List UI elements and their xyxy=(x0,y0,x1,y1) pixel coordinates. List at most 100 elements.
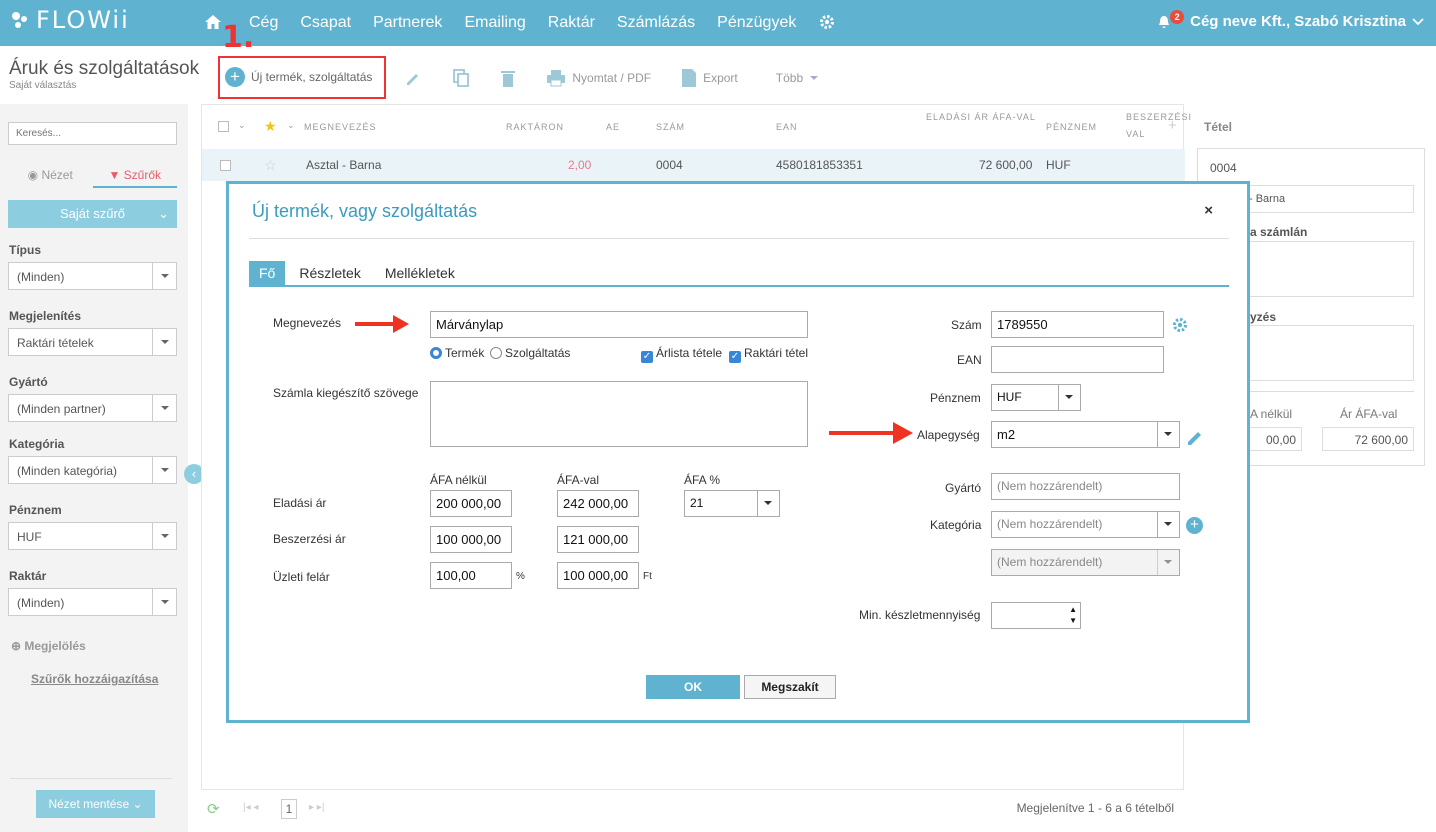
vat-select[interactable]: 21 xyxy=(684,490,780,517)
filter-select-category[interactable]: (Minden kategória) xyxy=(8,456,177,484)
cancel-button[interactable]: Megszakít xyxy=(744,675,836,699)
buy-gross-input[interactable]: 121 000,00 xyxy=(557,526,639,553)
save-view-button[interactable]: Nézet mentése ⌄ xyxy=(36,790,155,818)
dropdown-arrow-icon xyxy=(757,491,779,516)
nav-emailing[interactable]: Emailing xyxy=(464,14,525,32)
filter-select-type[interactable]: (Minden) xyxy=(8,262,177,290)
nav-invoicing[interactable]: Számlázás xyxy=(617,14,695,32)
notification-badge: 2 xyxy=(1170,9,1185,24)
top-navigation-bar: FLOWii Cég Csapat Partnerek Emailing Rak… xyxy=(0,0,1436,46)
col-price[interactable]: ELADÁSI ÁR ÁFA-VAL xyxy=(926,112,1036,122)
min-stock-input[interactable]: ▲ ▼ xyxy=(991,602,1081,629)
sell-net-input[interactable]: 200 000,00 xyxy=(430,490,512,517)
table-row[interactable]: ☆ Asztal - Barna 2,00 0004 4580181853351… xyxy=(202,149,1185,181)
main-nav: Cég Csapat Partnerek Emailing Raktár Szá… xyxy=(249,14,796,32)
filter-select-warehouse[interactable]: (Minden) xyxy=(8,588,177,616)
marking-toggle[interactable]: ⊕ Megjelölés xyxy=(11,639,86,653)
unit-value: m2 xyxy=(997,427,1016,442)
logo-icon xyxy=(12,12,27,28)
col-number[interactable]: SZÁM xyxy=(656,122,685,132)
new-product-button[interactable]: + Új termék, szolgáltatás xyxy=(218,56,387,99)
ean-input[interactable] xyxy=(991,346,1164,373)
row-checkbox[interactable] xyxy=(220,160,231,171)
radio-product[interactable]: Termék xyxy=(430,346,484,360)
edit-pencil-icon[interactable] xyxy=(1186,428,1204,446)
number-input[interactable]: 1789550 xyxy=(991,311,1164,338)
filter-select-currency[interactable]: HUF xyxy=(8,522,177,550)
filter-value: Raktári tételek xyxy=(17,336,94,350)
close-icon[interactable]: × xyxy=(1204,202,1213,219)
chevron-down-icon[interactable]: ⌄ xyxy=(287,120,296,131)
more-label: Több xyxy=(775,70,804,85)
checkbox-stock[interactable]: ✓ Raktári tétel xyxy=(729,346,808,363)
col-buy[interactable]: BESZERZÉSI xyxy=(1126,112,1192,122)
nav-partners[interactable]: Partnerek xyxy=(373,14,442,32)
export-file-icon xyxy=(682,68,697,87)
maker-label: Gyártó xyxy=(945,481,982,495)
ok-button[interactable]: OK xyxy=(646,675,740,699)
page-number-input[interactable]: 1 xyxy=(281,799,297,819)
print-pdf-button[interactable]: Nyomtat / PDF xyxy=(546,69,651,87)
col-currency[interactable]: PÉNZNEM xyxy=(1046,122,1097,132)
first-page-icon[interactable]: |◂ ◂ xyxy=(243,802,258,813)
col-name[interactable]: MEGNEVEZÉS xyxy=(304,122,377,132)
search-input[interactable] xyxy=(8,122,177,145)
copy-icon[interactable] xyxy=(452,68,470,88)
add-column-icon[interactable]: + xyxy=(1168,117,1178,134)
tab-main[interactable]: Fő xyxy=(249,261,286,285)
star-outline-icon[interactable]: ☆ xyxy=(264,157,277,174)
export-button[interactable]: Export xyxy=(681,68,738,88)
markup-percent-input[interactable]: 100,00 xyxy=(430,562,512,589)
own-filter-dropdown[interactable]: Saját szűrő ⌄ xyxy=(8,200,177,228)
sell-gross-input[interactable]: 242 000,00 xyxy=(557,490,639,517)
tab-view[interactable]: ◉ Nézet xyxy=(8,164,93,188)
dropdown-arrow-icon xyxy=(152,457,176,483)
radio-service-label: Szolgáltatás xyxy=(505,346,571,360)
subcategory-select: (Nem hozzárendelt) xyxy=(991,549,1180,576)
caret-down-icon xyxy=(810,75,819,80)
maker-input[interactable]: (Nem hozzárendelt) xyxy=(991,473,1180,500)
stepper-arrows-icon[interactable]: ▲ ▼ xyxy=(1069,604,1077,626)
col-stock[interactable]: RAKTÁRON xyxy=(506,122,564,132)
user-menu[interactable]: 2 Cég neve Kft., Szabó Krisztina xyxy=(1158,9,1424,30)
checkmark-icon: ✓ xyxy=(729,351,741,363)
filter-select-display[interactable]: Raktári tételek xyxy=(8,328,177,356)
invoice-text-area[interactable] xyxy=(430,381,808,447)
currency-select[interactable]: HUF xyxy=(991,384,1081,411)
edit-pencil-icon[interactable] xyxy=(404,69,422,87)
number-settings-gear-icon[interactable] xyxy=(1172,317,1188,333)
step-annotation: 1. xyxy=(222,20,255,55)
chevron-down-icon[interactable]: ⌄ xyxy=(238,120,247,131)
name-input[interactable]: Márványlap xyxy=(430,311,808,338)
nav-team[interactable]: Csapat xyxy=(300,14,351,32)
filter-value: HUF xyxy=(17,530,42,544)
add-category-plus-icon[interactable]: + xyxy=(1186,517,1203,534)
buy-net-input[interactable]: 100 000,00 xyxy=(430,526,512,553)
ft-unit: Ft xyxy=(643,571,652,582)
checkbox-pricelist[interactable]: ✓ Árlista tétele xyxy=(641,346,722,363)
nav-warehouse[interactable]: Raktár xyxy=(548,14,595,32)
col-ean[interactable]: EAN xyxy=(776,122,798,132)
filter-label-category: Kategória xyxy=(9,437,65,451)
tab-attachments[interactable]: Mellékletek xyxy=(375,261,465,285)
nav-finance[interactable]: Pénzügyek xyxy=(717,14,796,32)
more-dropdown[interactable]: Több xyxy=(776,71,819,85)
radio-service[interactable]: Szolgáltatás xyxy=(490,346,570,360)
home-icon[interactable] xyxy=(204,13,222,31)
refresh-icon[interactable]: ⟳ xyxy=(207,800,220,818)
last-page-icon[interactable]: ▸ ▸| xyxy=(309,802,324,813)
tab-details[interactable]: Részletek xyxy=(289,261,370,285)
unit-select[interactable]: m2 xyxy=(991,421,1180,448)
markup-amount-input[interactable]: 100 000,00 xyxy=(557,562,639,589)
col-unit[interactable]: AE xyxy=(606,122,620,132)
tab-filters[interactable]: ▼ Szűrők xyxy=(92,164,177,188)
trash-icon[interactable] xyxy=(500,68,516,88)
filter-select-maker[interactable]: (Minden partner) xyxy=(8,394,177,422)
select-all-checkbox[interactable] xyxy=(218,121,229,132)
settings-gear-icon[interactable] xyxy=(819,14,835,30)
category-select[interactable]: (Nem hozzárendelt) xyxy=(991,511,1180,538)
row-currency: HUF xyxy=(1046,158,1071,172)
star-icon[interactable]: ★ xyxy=(264,118,278,135)
flowii-logo[interactable]: FLOWii xyxy=(10,6,130,34)
adjust-filters-link[interactable]: Szűrők hozzáigazítása xyxy=(31,672,158,686)
